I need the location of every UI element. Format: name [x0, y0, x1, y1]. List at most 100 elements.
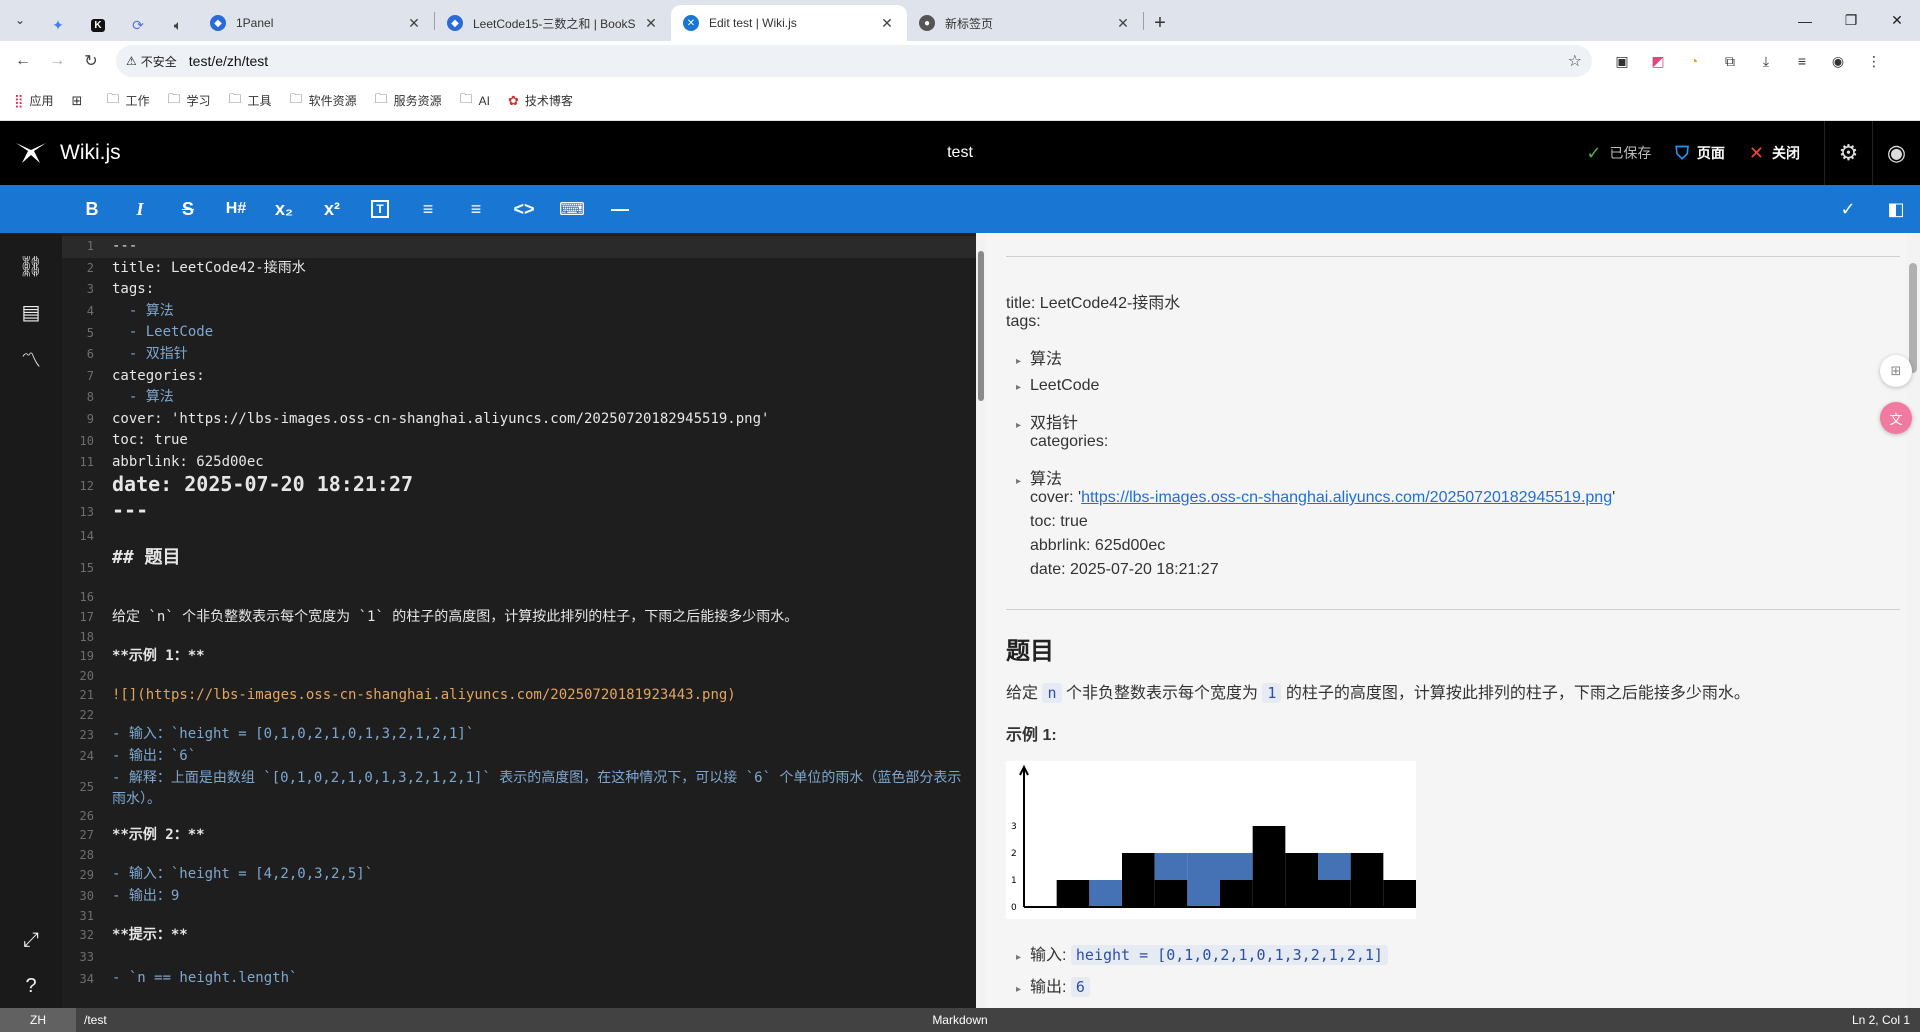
- new-tab-button[interactable]: +: [1144, 7, 1176, 39]
- editor-line[interactable]: 27 **示例 2：**: [62, 825, 976, 847]
- editor-line[interactable]: 5 - LeetCode: [62, 322, 976, 344]
- download-icon[interactable]: ⤓: [1748, 45, 1784, 77]
- back-icon[interactable]: ←: [6, 44, 40, 78]
- close-editor-button[interactable]: ✕ 关闭: [1749, 143, 1800, 164]
- bookmark-folder-services[interactable]: 🗀︎ 服务资源: [375, 90, 442, 112]
- url-text[interactable]: test/e/zh/test: [189, 53, 1568, 69]
- pinned-tab-gemini[interactable]: ✦: [38, 9, 78, 41]
- editor-line[interactable]: 14: [62, 526, 976, 548]
- editor-line[interactable]: 24 - 输出：`6`: [62, 746, 976, 768]
- tab-edit-test[interactable]: ✕ Edit test | Wiki.js ✕: [671, 5, 907, 41]
- bookmark-folder-work[interactable]: 🗀︎ 工作: [106, 90, 149, 112]
- tab-new-tab[interactable]: ● 新标签页 ✕: [907, 5, 1143, 41]
- editor-line[interactable]: 26: [62, 808, 976, 826]
- preview-scrollbar[interactable]: [1906, 233, 1920, 1008]
- bookmark-folder-study[interactable]: 🗀︎ 学习: [167, 90, 210, 112]
- superscript-icon[interactable]: x²: [308, 185, 356, 233]
- qr-code-icon[interactable]: ⊞: [1880, 355, 1912, 387]
- bookmark-folder-tools[interactable]: 🗀︎ 工具: [229, 90, 272, 112]
- close-icon[interactable]: ✕: [406, 15, 422, 32]
- spellcheck-icon[interactable]: ✓: [1824, 185, 1872, 233]
- reload-icon[interactable]: ↻: [74, 44, 108, 78]
- insert-diagram-icon[interactable]: 〽: [0, 335, 62, 381]
- pinned-tab-audio[interactable]: 🔈︎: [158, 9, 198, 41]
- editor-line[interactable]: 20: [62, 668, 976, 686]
- horizontal-rule-icon[interactable]: —: [596, 185, 644, 233]
- inline-code-icon[interactable]: <>: [500, 185, 548, 233]
- bookmark-folder-ai[interactable]: 🗀︎ AI: [460, 90, 490, 112]
- pinned-tab-3[interactable]: ⟳: [118, 9, 158, 41]
- editor-scrollbar[interactable]: [976, 233, 986, 1008]
- media-list-icon[interactable]: ≡: [1784, 45, 1820, 77]
- bulb-ext-icon[interactable]: ◔: [1676, 45, 1712, 77]
- bookmark-grid[interactable]: ⊞: [72, 93, 89, 109]
- close-icon[interactable]: ✕: [643, 15, 659, 32]
- page-properties-button[interactable]: ⛉ 页面: [1675, 143, 1725, 164]
- locale-badge[interactable]: ZH: [0, 1008, 76, 1032]
- editor-line[interactable]: 21 ![](https://lbs-images.oss-cn-shanghai…: [62, 685, 976, 707]
- tab-search-button[interactable]: ⌄: [8, 8, 32, 32]
- settings-gear-icon[interactable]: ⚙: [1824, 121, 1872, 185]
- bookmark-apps[interactable]: ⣿ 应用: [14, 92, 54, 109]
- tab-leetcode15[interactable]: ◆ LeetCode15-三数之和 | BookS ✕: [435, 5, 671, 41]
- translate-ext-icon[interactable]: ◩: [1640, 45, 1676, 77]
- help-icon[interactable]: ?: [0, 963, 62, 1009]
- cover-link[interactable]: https://lbs-images.oss-cn-shanghai.aliyu…: [1081, 489, 1612, 506]
- editor-line[interactable]: 12 date: 2025-07-20 18:21:27: [62, 473, 976, 500]
- editor-scroll-thumb[interactable]: [978, 251, 984, 401]
- editor-line[interactable]: 31: [62, 908, 976, 926]
- security-chip[interactable]: ⚠ 不安全: [126, 53, 189, 70]
- restore-icon[interactable]: ❐: [1828, 0, 1874, 41]
- editor-line[interactable]: 9 cover: 'https://lbs-images.oss-cn-shang…: [62, 409, 976, 431]
- account-icon[interactable]: ◉: [1872, 121, 1920, 185]
- pinned-tab-k[interactable]: K: [78, 9, 118, 41]
- profile-avatar-icon[interactable]: ◉: [1820, 45, 1856, 77]
- preview-scroll-thumb[interactable]: [1909, 263, 1917, 373]
- heading-icon[interactable]: H#: [212, 185, 260, 233]
- editor-line[interactable]: 29 - 输入：`height = [4,2,0,3,2,5]`: [62, 864, 976, 886]
- bookmark-folder-software[interactable]: 🗀︎ 软件资源: [290, 90, 357, 112]
- editor-line[interactable]: 2 title: LeetCode42-接雨水: [62, 258, 976, 280]
- editor-line[interactable]: 13 ---: [62, 499, 976, 526]
- editor-line[interactable]: 28: [62, 847, 976, 865]
- browser-menu-icon[interactable]: ⋮: [1856, 45, 1892, 77]
- subscript-icon[interactable]: x₂: [260, 185, 308, 233]
- translate-float-icon[interactable]: 文: [1880, 402, 1912, 434]
- italic-icon[interactable]: I: [116, 185, 164, 233]
- editor-line[interactable]: 34 - `n == height.length`: [62, 968, 976, 990]
- toggle-preview-icon[interactable]: ◧: [1872, 185, 1920, 233]
- forward-icon[interactable]: →: [40, 44, 74, 78]
- editor-line[interactable]: 25 - 解释：上面是由数组 `[0,1,0,2,1,0,1,3,2,1,2,1]…: [62, 768, 976, 808]
- insert-assets-icon[interactable]: ▤: [0, 289, 62, 335]
- editor-line[interactable]: 7 categories:: [62, 366, 976, 388]
- keyboard-icon[interactable]: ⌨: [548, 185, 596, 233]
- editor-line[interactable]: 17 给定 `n` 个非负整数表示每个宽度为 `1` 的柱子的高度图，计算按此排列…: [62, 607, 976, 629]
- tab-1panel[interactable]: ◆ 1Panel ✕: [198, 5, 434, 41]
- editor-line[interactable]: 22: [62, 707, 976, 725]
- editor-line[interactable]: 16: [62, 589, 976, 607]
- editor-line[interactable]: 4 - 算法: [62, 301, 976, 323]
- editor-line[interactable]: 23 - 输入：`height = [0,1,0,2,1,0,1,3,2,1,2,…: [62, 724, 976, 746]
- bullet-list-icon[interactable]: ≡: [404, 185, 452, 233]
- saved-status-button[interactable]: ✓ 已保存: [1586, 143, 1651, 164]
- markdown-editor[interactable]: 1 --- 2 title: LeetCode42-接雨水 3 tags: 4 - 算法 5 …: [62, 233, 976, 1008]
- save-ext-icon[interactable]: ▣: [1604, 45, 1640, 77]
- editor-line[interactable]: 18: [62, 628, 976, 646]
- address-bar[interactable]: ⚠ 不安全 test/e/zh/test ☆: [116, 45, 1592, 77]
- editor-line[interactable]: 32 **提示：**: [62, 925, 976, 947]
- numbered-list-icon[interactable]: ≡: [452, 185, 500, 233]
- editor-line[interactable]: 30 - 输出：9: [62, 886, 976, 908]
- bookmark-tech-blog[interactable]: ✿ 技术博客: [508, 92, 573, 109]
- window-close-icon[interactable]: ✕: [1874, 0, 1920, 41]
- bookmark-star-icon[interactable]: ☆: [1568, 51, 1582, 71]
- fullscreen-icon[interactable]: ⤢: [0, 917, 62, 963]
- editor-line[interactable]: 1 ---: [62, 236, 976, 258]
- editor-line[interactable]: 19 **示例 1：**: [62, 646, 976, 668]
- minimize-icon[interactable]: —: [1782, 0, 1828, 41]
- editor-line[interactable]: 11 abbrlink: 625d00ec: [62, 452, 976, 474]
- insert-link-icon[interactable]: ⛓: [0, 243, 62, 289]
- editor-line[interactable]: 6 - 双指针: [62, 344, 976, 366]
- editor-line[interactable]: 33: [62, 947, 976, 969]
- close-icon[interactable]: ✕: [879, 15, 895, 32]
- editor-line[interactable]: 8 - 算法: [62, 387, 976, 409]
